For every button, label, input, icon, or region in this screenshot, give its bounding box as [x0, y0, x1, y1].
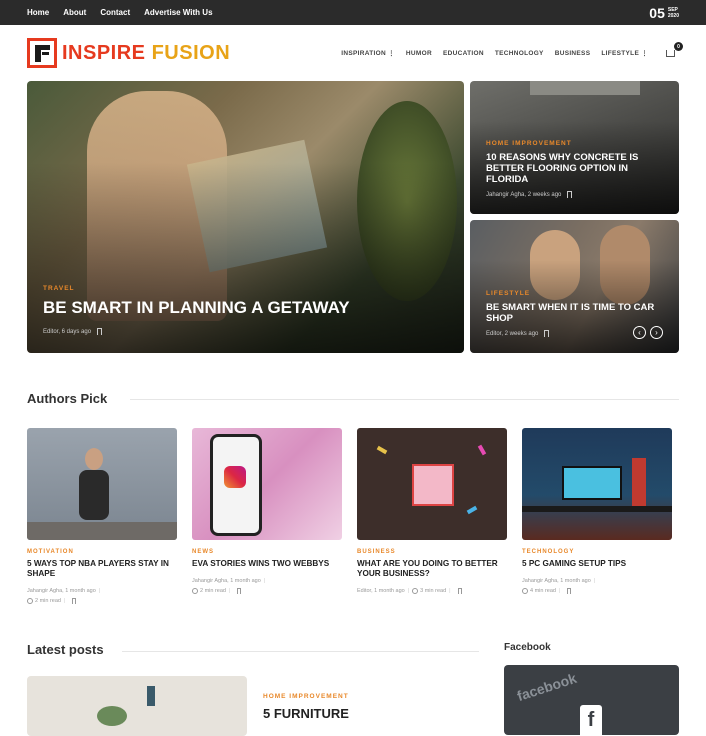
bookmark-icon[interactable] — [72, 597, 77, 604]
facebook-image-text: facebook — [515, 669, 579, 705]
clock-icon — [412, 587, 419, 594]
site-header: INSPIRE FUSION INSPIRATION ⋮ HUMOR EDUCA… — [0, 25, 706, 81]
facebook-logo-icon: f — [580, 705, 602, 735]
top-bar: Home About Contact Advertise With Us 05 … — [0, 0, 706, 25]
bookmark-icon[interactable] — [567, 191, 573, 198]
authors-pick-list: MOTIVATION 5 WAYS TOP NBA PLAYERS STAY I… — [27, 428, 677, 606]
side2-title[interactable]: BE SMART WHEN IT IS TIME TO CAR SHOP — [486, 302, 667, 324]
clock-icon — [27, 597, 33, 604]
pick-read-2: 2 min read — [200, 588, 226, 594]
side1-title[interactable]: 10 REASONS WHY CONCRETE IS BETTER FLOORI… — [486, 152, 667, 185]
bookmark-icon[interactable] — [544, 330, 550, 337]
site-logo[interactable]: INSPIRE FUSION — [27, 38, 230, 68]
bookmark-icon[interactable] — [97, 328, 103, 335]
pick-title-3[interactable]: WHAT ARE YOU DOING TO BETTER YOUR BUSINE… — [357, 559, 507, 579]
pick-thumb-4[interactable] — [522, 428, 672, 540]
hero-section: TRAVEL BE SMART IN PLANNING A GETAWAY Ed… — [27, 81, 679, 353]
pick-read-3: 3 min read — [420, 588, 447, 594]
pick-read-1: 2 min read — [35, 598, 61, 604]
date-day: 05 — [649, 4, 665, 21]
pick-card-3[interactable]: BUSINESS WHAT ARE YOU DOING TO BETTER YO… — [357, 428, 507, 606]
nav-humor[interactable]: HUMOR — [406, 50, 432, 57]
side1-category[interactable]: HOME IMPROVEMENT — [486, 140, 667, 147]
authors-pick-heading: Authors Pick — [27, 391, 108, 406]
pick-card-2[interactable]: NEWS EVA STORIES WINS TWO WEBBYS Jahangi… — [192, 428, 342, 606]
pick-title-1[interactable]: 5 WAYS TOP NBA PLAYERS STAY IN SHAPE — [27, 559, 177, 579]
main-nav: INSPIRATION ⋮ HUMOR EDUCATION TECHNOLOGY… — [341, 42, 683, 60]
pick-thumb-3[interactable] — [357, 428, 507, 540]
latest-post-title[interactable]: 5 FURNITURE — [263, 706, 349, 721]
pick-category-1[interactable]: MOTIVATION — [27, 549, 177, 555]
facebook-heading: Facebook — [504, 642, 551, 653]
slider-next-arrow-icon[interactable]: › — [650, 326, 663, 339]
section-divider — [122, 651, 479, 652]
hero-main-card[interactable]: TRAVEL BE SMART IN PLANNING A GETAWAY Ed… — [27, 81, 464, 353]
current-date: 05 SEP 2020 — [649, 5, 679, 21]
pick-title-2[interactable]: EVA STORIES WINS TWO WEBBYS — [192, 559, 342, 569]
logo-icon — [27, 38, 57, 68]
hero-main-title[interactable]: BE SMART IN PLANNING A GETAWAY — [43, 298, 452, 318]
cart-icon — [666, 50, 675, 57]
pick-category-3[interactable]: BUSINESS — [357, 549, 507, 555]
top-nav: Home About Contact Advertise With Us — [27, 8, 213, 17]
submenu-dots-icon: ⋮ — [641, 50, 648, 57]
top-nav-home[interactable]: Home — [27, 8, 49, 17]
slider-prev-arrow-icon[interactable]: ‹ — [633, 326, 646, 339]
hero-side-card-2[interactable]: LIFESTYLE BE SMART WHEN IT IS TIME TO CA… — [470, 220, 679, 353]
nav-lifestyle[interactable]: LIFESTYLE ⋮ — [601, 49, 648, 57]
cart-count-badge: 0 — [674, 42, 683, 51]
submenu-dots-icon: ⋮ — [388, 50, 395, 57]
pick-card-4[interactable]: TECHNOLOGY 5 PC GAMING SETUP TIPS Jahang… — [522, 428, 672, 606]
side2-byline: Editor, 2 weeks ago — [486, 330, 539, 337]
pick-author-3: Editor, 1 month ago — [357, 588, 405, 594]
bookmark-icon[interactable] — [567, 587, 572, 594]
side1-byline: Jahangir Agha, 2 weeks ago — [486, 191, 562, 198]
hero-side-card-1[interactable]: HOME IMPROVEMENT 10 REASONS WHY CONCRETE… — [470, 81, 679, 214]
nav-technology[interactable]: TECHNOLOGY — [495, 50, 544, 57]
date-year: 2020 — [667, 12, 679, 19]
latest-post-thumb[interactable] — [27, 676, 247, 736]
logo-text-fusion: FUSION — [151, 41, 231, 64]
hero-main-category[interactable]: TRAVEL — [43, 285, 452, 292]
latest-posts-heading: Latest posts — [27, 642, 104, 657]
side2-category[interactable]: LIFESTYLE — [486, 290, 667, 297]
pick-thumb-2[interactable] — [192, 428, 342, 540]
pick-thumb-1[interactable] — [27, 428, 177, 540]
pick-category-2[interactable]: NEWS — [192, 549, 342, 555]
pick-title-4[interactable]: 5 PC GAMING SETUP TIPS — [522, 559, 672, 569]
pick-read-4: 4 min read — [530, 588, 556, 594]
pick-author-2: Jahangir Agha, 1 month ago — [192, 578, 261, 584]
clock-icon — [192, 587, 198, 594]
logo-text-inspire: INSPIRE — [62, 41, 146, 64]
pick-author-1: Jahangir Agha, 1 month ago — [27, 588, 96, 594]
top-nav-contact[interactable]: Contact — [100, 8, 130, 17]
clock-icon — [522, 587, 528, 594]
nav-inspiration[interactable]: INSPIRATION ⋮ — [341, 49, 395, 57]
pick-card-1[interactable]: MOTIVATION 5 WAYS TOP NBA PLAYERS STAY I… — [27, 428, 177, 606]
bookmark-icon[interactable] — [237, 587, 242, 594]
pick-category-4[interactable]: TECHNOLOGY — [522, 549, 672, 555]
section-divider — [130, 399, 679, 400]
top-nav-advertise[interactable]: Advertise With Us — [144, 8, 212, 17]
pick-author-4: Jahangir Agha, 1 month ago — [522, 578, 591, 584]
hero-main-byline: Editor, 6 days ago — [43, 328, 92, 335]
bookmark-icon[interactable] — [457, 587, 462, 594]
facebook-widget[interactable]: facebook f — [504, 665, 679, 735]
nav-education[interactable]: EDUCATION — [443, 50, 484, 57]
cart-button[interactable]: 0 — [665, 42, 683, 60]
top-nav-about[interactable]: About — [63, 8, 86, 17]
latest-post-category[interactable]: HOME IMPROVEMENT — [263, 693, 349, 700]
nav-business[interactable]: BUSINESS — [555, 50, 591, 57]
